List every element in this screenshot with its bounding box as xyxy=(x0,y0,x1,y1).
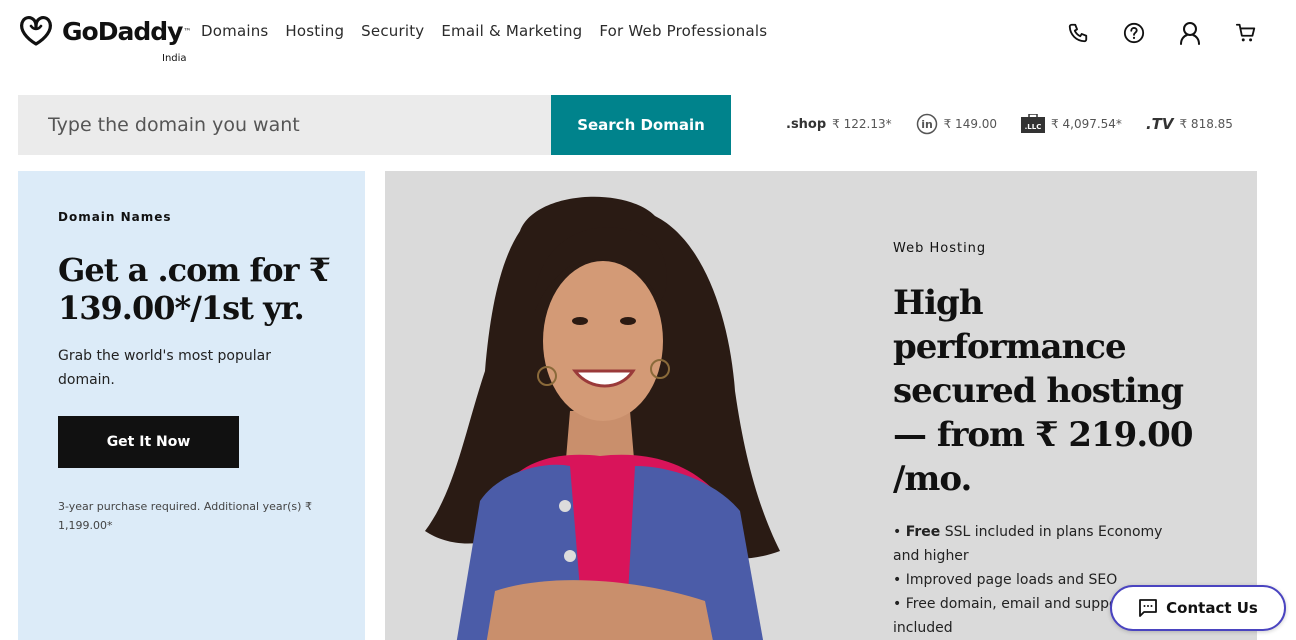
godaddy-logo-icon xyxy=(20,16,52,46)
hosting-promo-card: Web Hosting High performance secured hos… xyxy=(385,171,1257,640)
svg-text:in: in xyxy=(921,118,933,131)
cart-icon[interactable] xyxy=(1234,20,1258,46)
tv-tld-logo: .TV xyxy=(1145,115,1174,133)
godaddy-logo[interactable]: GoDaddy ™ xyxy=(18,14,191,48)
nav-item-web-professionals[interactable]: For Web Professionals xyxy=(599,22,767,40)
hosting-card-eyebrow: Web Hosting xyxy=(893,241,987,256)
tld-item-tv[interactable]: .TV ₹ 818.85 xyxy=(1146,115,1233,133)
help-icon[interactable] xyxy=(1122,20,1146,46)
svg-text:.LLC: .LLC xyxy=(1025,123,1042,131)
search-domain-button[interactable]: Search Domain xyxy=(551,95,731,155)
tld-price: ₹ 4,097.54* xyxy=(1051,117,1122,131)
nav-item-security[interactable]: Security xyxy=(361,22,424,40)
tld-price: ₹ 122.13* xyxy=(832,117,892,131)
logo-wordmark: GoDaddy xyxy=(62,16,183,46)
nav-item-domains[interactable]: Domains xyxy=(201,22,268,40)
domain-card-title: Get a .com for ₹ 139.00*/1st yr. xyxy=(58,251,331,327)
contact-us-button[interactable]: Contact Us xyxy=(1110,585,1286,631)
get-it-now-button[interactable]: Get It Now xyxy=(58,416,239,468)
domain-card-disclaimer: 3-year purchase required. Additional yea… xyxy=(58,500,312,532)
nav-item-hosting[interactable]: Hosting xyxy=(285,22,344,40)
chat-icon xyxy=(1138,598,1158,618)
llc-tld-logo: .LLC xyxy=(1021,114,1046,134)
hosting-card-title: High performance secured hosting — from … xyxy=(893,283,1193,499)
header-actions xyxy=(1066,20,1258,46)
contact-us-label: Contact Us xyxy=(1166,599,1258,617)
tld-item-shop[interactable]: .shop ₹ 122.13* xyxy=(786,117,892,132)
main-nav: Domains Hosting Security Email & Marketi… xyxy=(201,22,784,40)
in-tld-logo: in xyxy=(916,113,938,135)
domain-promo-card: Domain Names Get a .com for ₹ 139.00*/1s… xyxy=(18,171,365,640)
tld-item-in[interactable]: in ₹ 149.00 xyxy=(916,113,997,135)
tld-price: ₹ 818.85 xyxy=(1179,117,1233,131)
phone-icon[interactable] xyxy=(1066,20,1090,46)
domain-search-input[interactable] xyxy=(18,95,551,155)
tld-item-llc[interactable]: .LLC ₹ 4,097.54* xyxy=(1021,114,1122,134)
list-item: • Free SSL included in plans Economy and… xyxy=(893,524,1163,564)
domain-card-eyebrow: Domain Names xyxy=(58,210,172,224)
tld-price: ₹ 149.00 xyxy=(943,117,998,131)
shop-tld-logo: .shop xyxy=(786,116,827,132)
tld-price-list: .shop ₹ 122.13* in ₹ 149.00 .LLC ₹ 4,097… xyxy=(786,113,1233,135)
domain-card-description: Grab the world's most popular domain. xyxy=(58,348,271,388)
nav-item-email-marketing[interactable]: Email & Marketing xyxy=(441,22,582,40)
domain-search: Search Domain xyxy=(18,95,731,155)
country-label: India xyxy=(162,53,187,64)
site-header: GoDaddy ™ India Domains Hosting Security … xyxy=(0,0,1296,80)
hosting-hero-photo xyxy=(425,196,780,640)
account-icon[interactable] xyxy=(1178,20,1202,46)
